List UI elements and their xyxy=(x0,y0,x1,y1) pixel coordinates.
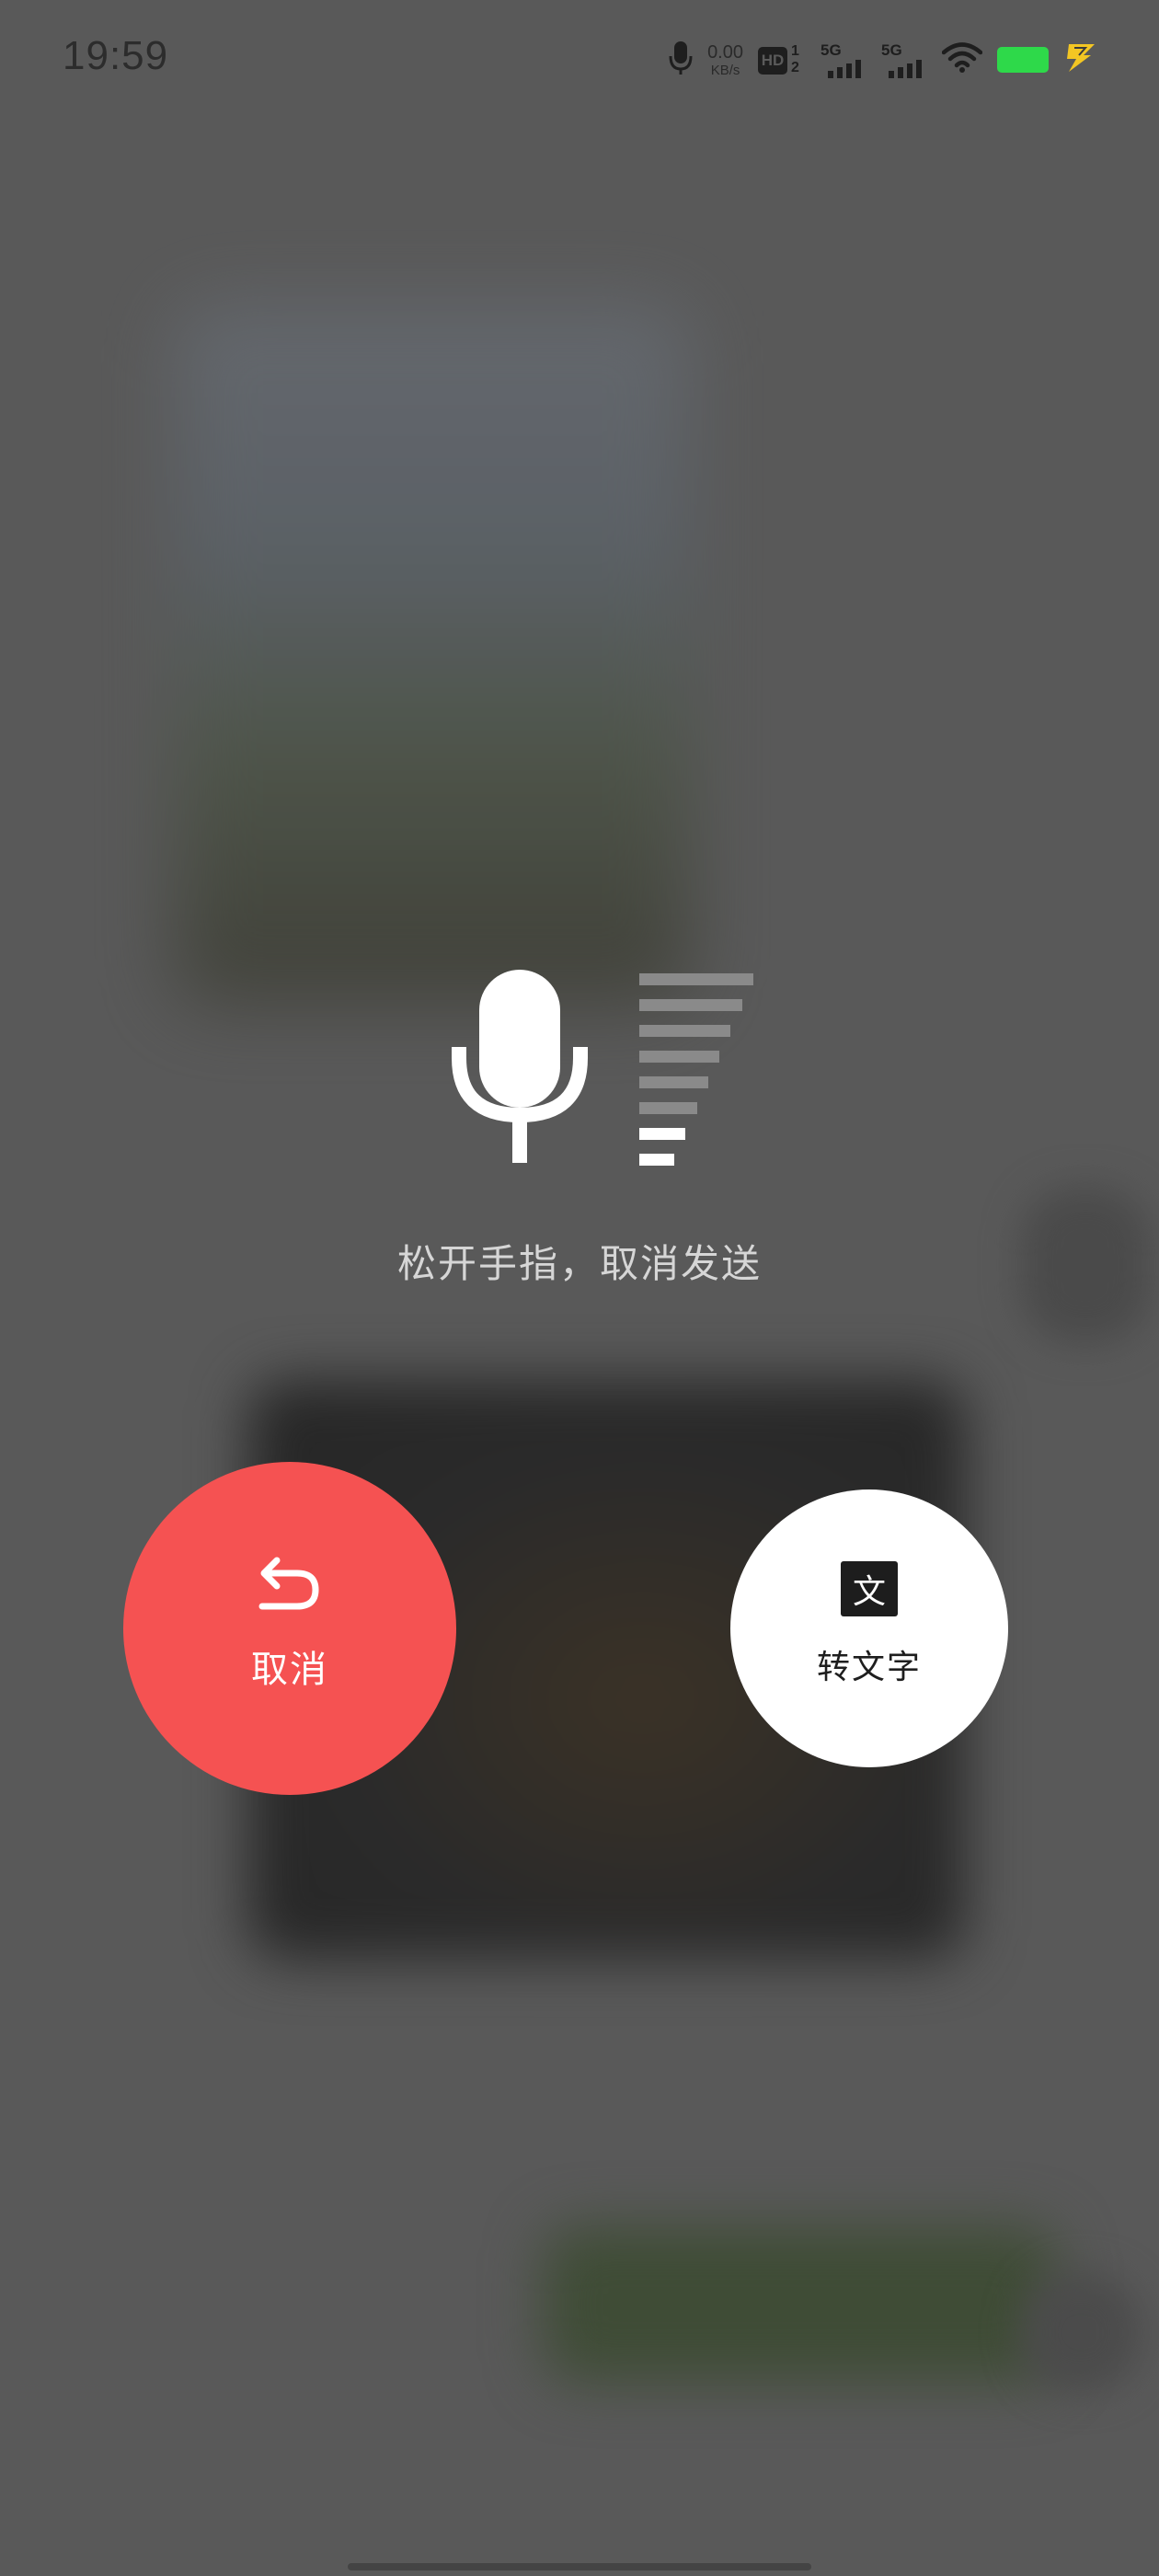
text-icon: 文 xyxy=(841,1561,898,1616)
hd-label: HD xyxy=(758,47,787,75)
network-speed-value: 0.00 xyxy=(707,41,743,63)
volume-level-bar xyxy=(639,1102,697,1114)
blurred-avatar xyxy=(1021,2272,1141,2392)
convert-to-text-button[interactable]: 文 转文字 xyxy=(730,1489,1008,1767)
convert-to-text-label: 转文字 xyxy=(816,1649,922,1686)
battery-icon xyxy=(997,47,1049,73)
blurred-image-message xyxy=(175,304,690,1003)
network-speed-unit: KB/s xyxy=(710,62,740,78)
volume-level-bar xyxy=(639,1128,685,1140)
status-icons: 0.00 KB/s HD 1 2 5G 5G xyxy=(669,37,1098,83)
mic-icon xyxy=(669,40,693,80)
status-bar: 19:59 0.00 KB/s HD 1 2 5G 5G xyxy=(0,0,1159,120)
volume-level-bar xyxy=(639,1025,730,1037)
network-speed: 0.00 KB/s xyxy=(707,43,743,77)
signal-icon: 5G xyxy=(820,41,866,78)
home-indicator[interactable] xyxy=(348,2563,811,2570)
release-hint: 松开手指，取消发送 xyxy=(396,1241,762,1286)
volume-level-bar xyxy=(639,1076,708,1088)
sim1-network-type: 5G xyxy=(820,41,842,59)
charging-icon xyxy=(1063,42,1098,77)
sim2-network-type: 5G xyxy=(881,41,902,59)
undo-arrow-icon xyxy=(258,1557,319,1610)
volume-level-bar xyxy=(639,1051,719,1063)
microphone-icon xyxy=(452,970,588,1163)
voice-record-overlay: 19:59 0.00 KB/s HD 1 2 5G 5G 松开手指，取消发送 取… xyxy=(0,0,1159,2576)
hd-sim1: 1 xyxy=(791,43,799,59)
signal-icon: 5G xyxy=(881,41,927,78)
cancel-label: 取消 xyxy=(251,1649,328,1691)
hd-icon: HD 1 2 xyxy=(758,43,806,76)
volume-level-bar xyxy=(639,999,742,1011)
hd-sim2: 2 xyxy=(791,60,799,75)
volume-level-bar xyxy=(639,1154,674,1166)
volume-level-bar xyxy=(639,973,753,985)
blurred-sent-bubble xyxy=(543,2226,1058,2383)
status-time: 19:59 xyxy=(63,33,169,78)
cancel-button[interactable]: 取消 xyxy=(123,1462,456,1795)
wifi-icon xyxy=(941,42,983,77)
voice-level-indicator xyxy=(451,966,763,1168)
